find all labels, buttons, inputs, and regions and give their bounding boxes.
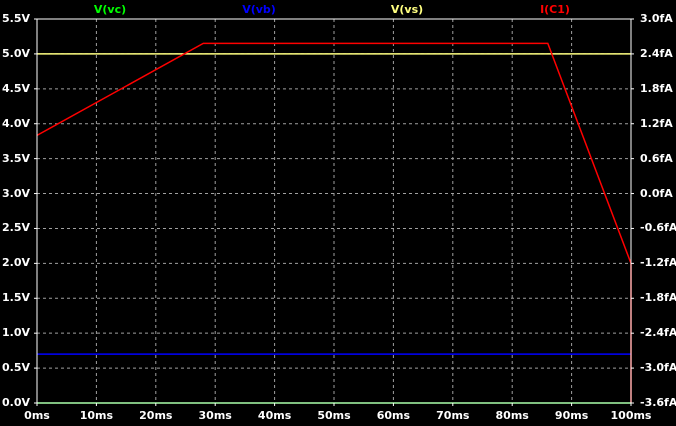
x-tick-label: 50ms	[317, 409, 351, 422]
right-tick-label: 0.0fA	[640, 186, 673, 200]
x-tick-label: 20ms	[139, 409, 173, 422]
left-tick-label: 4.5V	[2, 81, 30, 95]
x-tick-label: 70ms	[436, 409, 470, 422]
right-tick-label: -1.2fA	[640, 256, 676, 270]
right-tick-label: 1.8fA	[640, 81, 673, 95]
x-tick-label: 90ms	[554, 409, 589, 422]
grid-lines	[37, 19, 631, 403]
x-tick-label: 40ms	[257, 409, 292, 422]
left-tick-label: 1.5V	[2, 291, 30, 305]
left-tick-label: 0.5V	[2, 361, 30, 375]
left-tick-label: 5.5V	[2, 12, 30, 25]
right-tick-label: 0.6fA	[640, 151, 673, 165]
right-tick-label: -2.4fA	[640, 326, 676, 340]
left-tick-label: 2.0V	[2, 256, 30, 270]
right-tick-label: -3.0fA	[640, 361, 676, 375]
right-tick-label: -1.8fA	[640, 291, 676, 305]
legend-item: V(vs)	[390, 3, 424, 16]
left-tick-label: 4.0V	[2, 116, 30, 130]
left-tick-label: 2.5V	[2, 221, 30, 235]
legend-item: I(C1)	[540, 3, 570, 16]
right-tick-label: -0.6fA	[640, 221, 676, 235]
x-tick-label: 10ms	[79, 409, 114, 422]
left-tick-label: 3.0V	[2, 186, 30, 200]
left-tick-label: 0.0V	[2, 396, 30, 409]
right-tick-label: -3.6fA	[640, 396, 676, 409]
x-tick-label: 100ms	[610, 409, 652, 422]
left-tick-label: 1.0V	[2, 326, 30, 340]
legend-item: V(vc)	[93, 3, 127, 16]
plot-area	[34, 18, 634, 406]
x-tick-label: 30ms	[198, 409, 232, 422]
x-tick-label: 60ms	[376, 409, 411, 422]
x-tick-label: 80ms	[495, 409, 529, 422]
left-tick-label: 5.0V	[2, 46, 30, 60]
left-tick-label: 3.5V	[2, 151, 30, 165]
legend-item: V(vb)	[242, 3, 276, 16]
x-tick-label: 0ms	[24, 409, 50, 422]
right-tick-label: 1.2fA	[640, 116, 673, 130]
right-tick-label: 3.0fA	[640, 12, 673, 25]
right-tick-label: 2.4fA	[640, 46, 673, 60]
